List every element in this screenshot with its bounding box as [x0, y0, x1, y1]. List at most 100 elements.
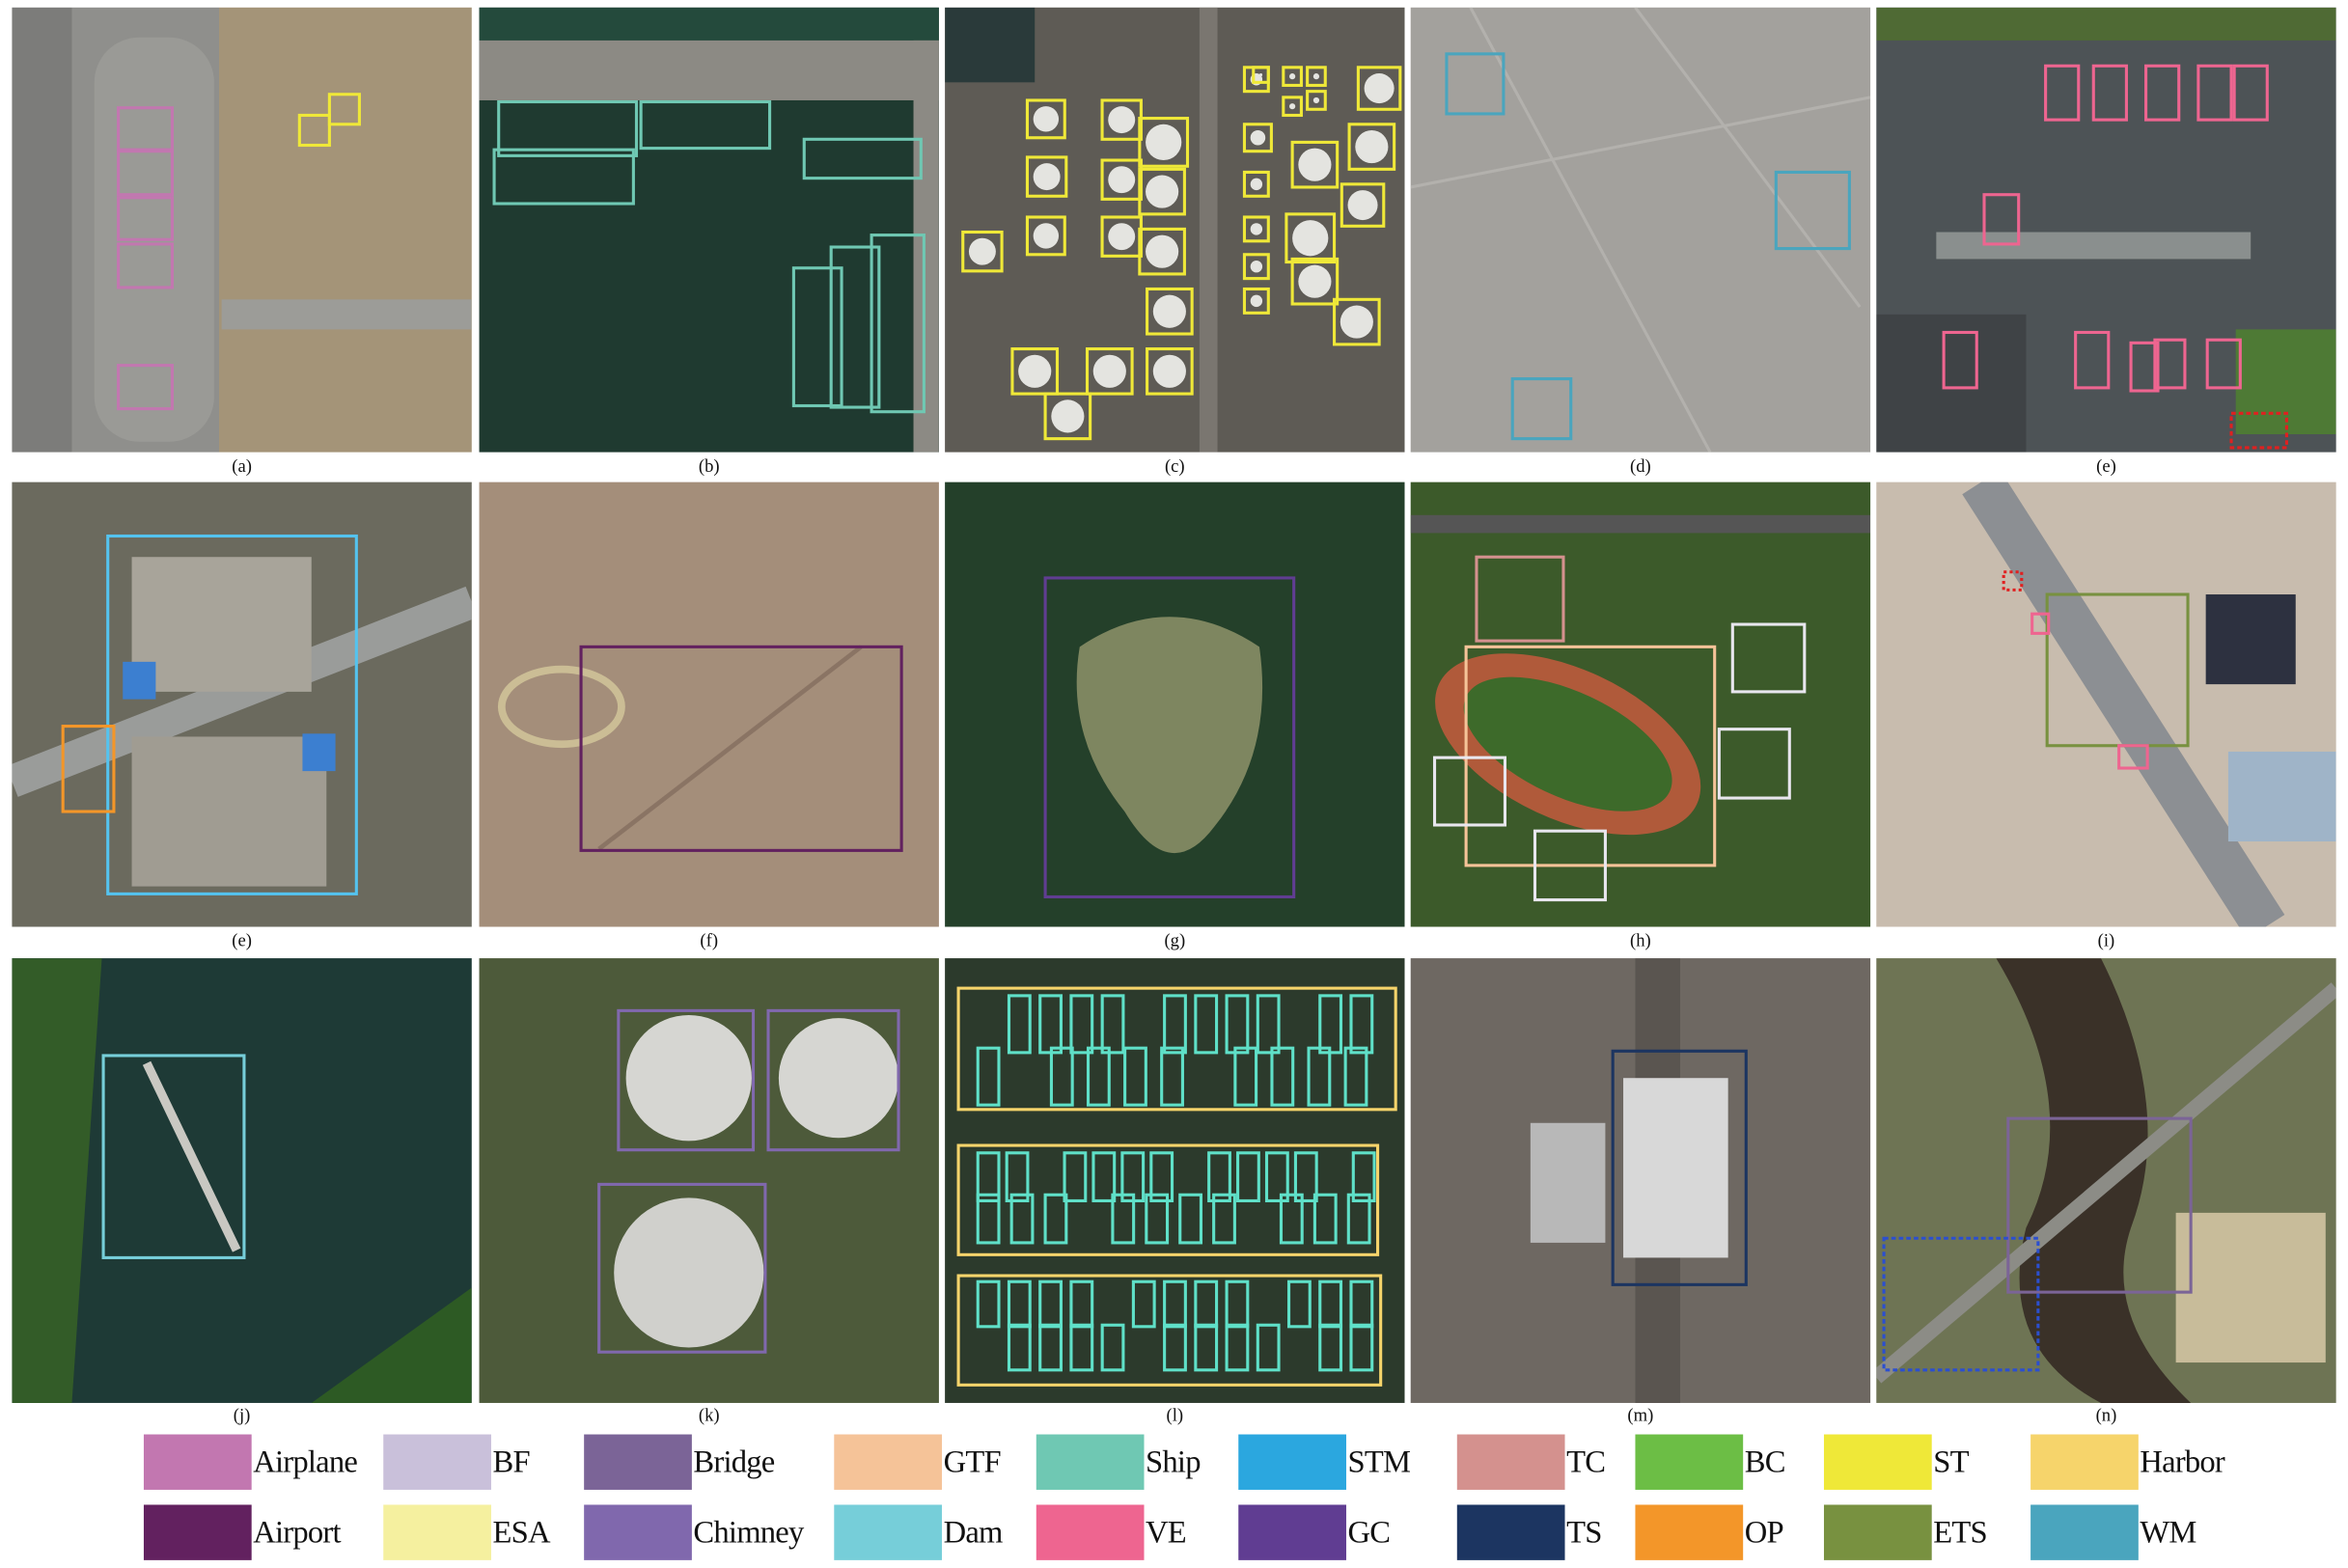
ship-box — [1256, 1323, 1281, 1372]
ship-box — [1049, 1046, 1074, 1107]
vehicle-box — [2232, 64, 2269, 122]
legend-swatch — [2030, 1504, 2139, 1560]
ship-box — [976, 1279, 1001, 1329]
figure: (a) (b) (c) (d) (e) (e) (f) (g) (h) (i) … — [0, 0, 2348, 1568]
ship-box — [1349, 1279, 1374, 1329]
legend-item-st: ST — [1823, 1434, 1969, 1490]
storage-tank — [1289, 103, 1296, 110]
panel-l-harbor-image — [945, 958, 1405, 1403]
storage-tank — [1250, 129, 1266, 146]
panel-e2-service-area-image — [12, 481, 472, 927]
legend-swatch — [1823, 1434, 1932, 1490]
legend-label: TC — [1566, 1443, 1606, 1480]
storage-tank — [1258, 73, 1263, 77]
ship-box — [1318, 1323, 1343, 1372]
storage-tank — [1347, 190, 1378, 221]
storage-tank-box — [327, 93, 361, 126]
panel-label: (d) — [1630, 454, 1651, 477]
windmill-box — [1445, 52, 1505, 116]
storage-tank — [1051, 399, 1085, 433]
ship-box — [1225, 1279, 1250, 1329]
panel-label: (m) — [1627, 1404, 1654, 1426]
legend-item-bridge: Bridge — [584, 1434, 775, 1490]
panel-j-dam-image — [12, 958, 472, 1403]
ship-box — [1007, 1279, 1032, 1329]
panel-c-storage-tank-image — [945, 7, 1405, 453]
legend-swatch — [834, 1504, 943, 1560]
panel-label: (c) — [1164, 454, 1185, 477]
ship-box — [1318, 994, 1343, 1055]
vehicle-box — [2091, 64, 2128, 122]
panel-label: (g) — [1164, 929, 1186, 951]
legend-label: Ship — [1146, 1443, 1201, 1480]
panel-label: (l) — [1166, 1404, 1184, 1426]
legend-swatch — [1238, 1434, 1346, 1490]
storage-tank — [1312, 73, 1320, 80]
storage-tank — [1152, 354, 1186, 388]
panel-label: (b) — [698, 454, 720, 477]
legend-swatch — [1456, 1434, 1565, 1490]
ship-box — [1038, 994, 1063, 1055]
ship-box — [1069, 1279, 1094, 1329]
legend-swatch — [383, 1504, 491, 1560]
ship-box — [791, 266, 843, 408]
legend-label: Airplane — [253, 1443, 358, 1480]
storage-tank — [1292, 220, 1329, 257]
ship-box — [1225, 994, 1250, 1055]
ship-box — [1343, 1046, 1368, 1107]
storage-tank — [968, 237, 996, 265]
legend-label: STM — [1347, 1443, 1411, 1480]
legend-label: ST — [1933, 1443, 1969, 1480]
legend-swatch — [1036, 1504, 1145, 1560]
panel-label: (n) — [2095, 1404, 2117, 1426]
panel-label: (k) — [698, 1404, 720, 1426]
panel-b-harbor-image — [479, 7, 939, 453]
panel-g-golf-course-image — [945, 481, 1405, 927]
legend-swatch — [584, 1504, 692, 1560]
legend-label: GC — [1347, 1513, 1392, 1551]
panel-i-toll-station-image — [1876, 481, 2336, 927]
legend-swatch — [1635, 1504, 1744, 1560]
storage-tank — [1250, 260, 1263, 273]
storage-tank — [1355, 129, 1389, 164]
ship-box — [1069, 994, 1094, 1055]
legend-swatch — [584, 1434, 692, 1490]
storage-tank — [1033, 106, 1060, 132]
ship-box — [1178, 1193, 1203, 1245]
tennis-court-box — [1475, 555, 1565, 643]
legend-swatch — [143, 1434, 252, 1490]
airport-box — [579, 645, 903, 852]
ship-box — [1349, 994, 1374, 1055]
ship-box — [1194, 994, 1219, 1055]
ship-box — [1270, 1046, 1295, 1107]
storage-tank — [1108, 106, 1136, 134]
legend-swatch — [383, 1434, 491, 1490]
storage-tank — [1092, 354, 1126, 388]
vehicle-box — [2205, 338, 2242, 390]
ship-box — [1307, 1046, 1332, 1107]
ship-box — [1286, 1279, 1312, 1329]
ship-box — [1163, 1279, 1187, 1329]
storage-tank — [1108, 223, 1136, 251]
storage-tank — [1289, 73, 1296, 80]
ship-box — [1318, 1279, 1343, 1329]
legend-item-gtf: GTF — [834, 1434, 1002, 1490]
windmill-box — [1510, 377, 1573, 441]
legend-item-ship: Ship — [1036, 1434, 1201, 1490]
storage-tank — [1298, 148, 1332, 181]
ship-box — [1038, 1323, 1063, 1372]
legend-item-chimney: Chimney — [584, 1504, 804, 1560]
legend-item-bc: BC — [1635, 1434, 1785, 1490]
ship-box — [1194, 1323, 1219, 1372]
legend-item-ets: ETS — [1823, 1504, 1988, 1560]
legend-item-tc: TC — [1456, 1434, 1606, 1490]
ship-box — [1225, 1323, 1250, 1372]
legend-item-esa: ESA — [383, 1504, 551, 1560]
ship-box — [1233, 1046, 1258, 1107]
ship-box — [1100, 994, 1125, 1055]
legend-swatch — [1635, 1434, 1744, 1490]
vehicle-box — [2196, 64, 2233, 122]
ship-box — [1086, 1046, 1111, 1107]
storage-tank — [1364, 73, 1395, 104]
vehicle-box — [2044, 64, 2081, 122]
